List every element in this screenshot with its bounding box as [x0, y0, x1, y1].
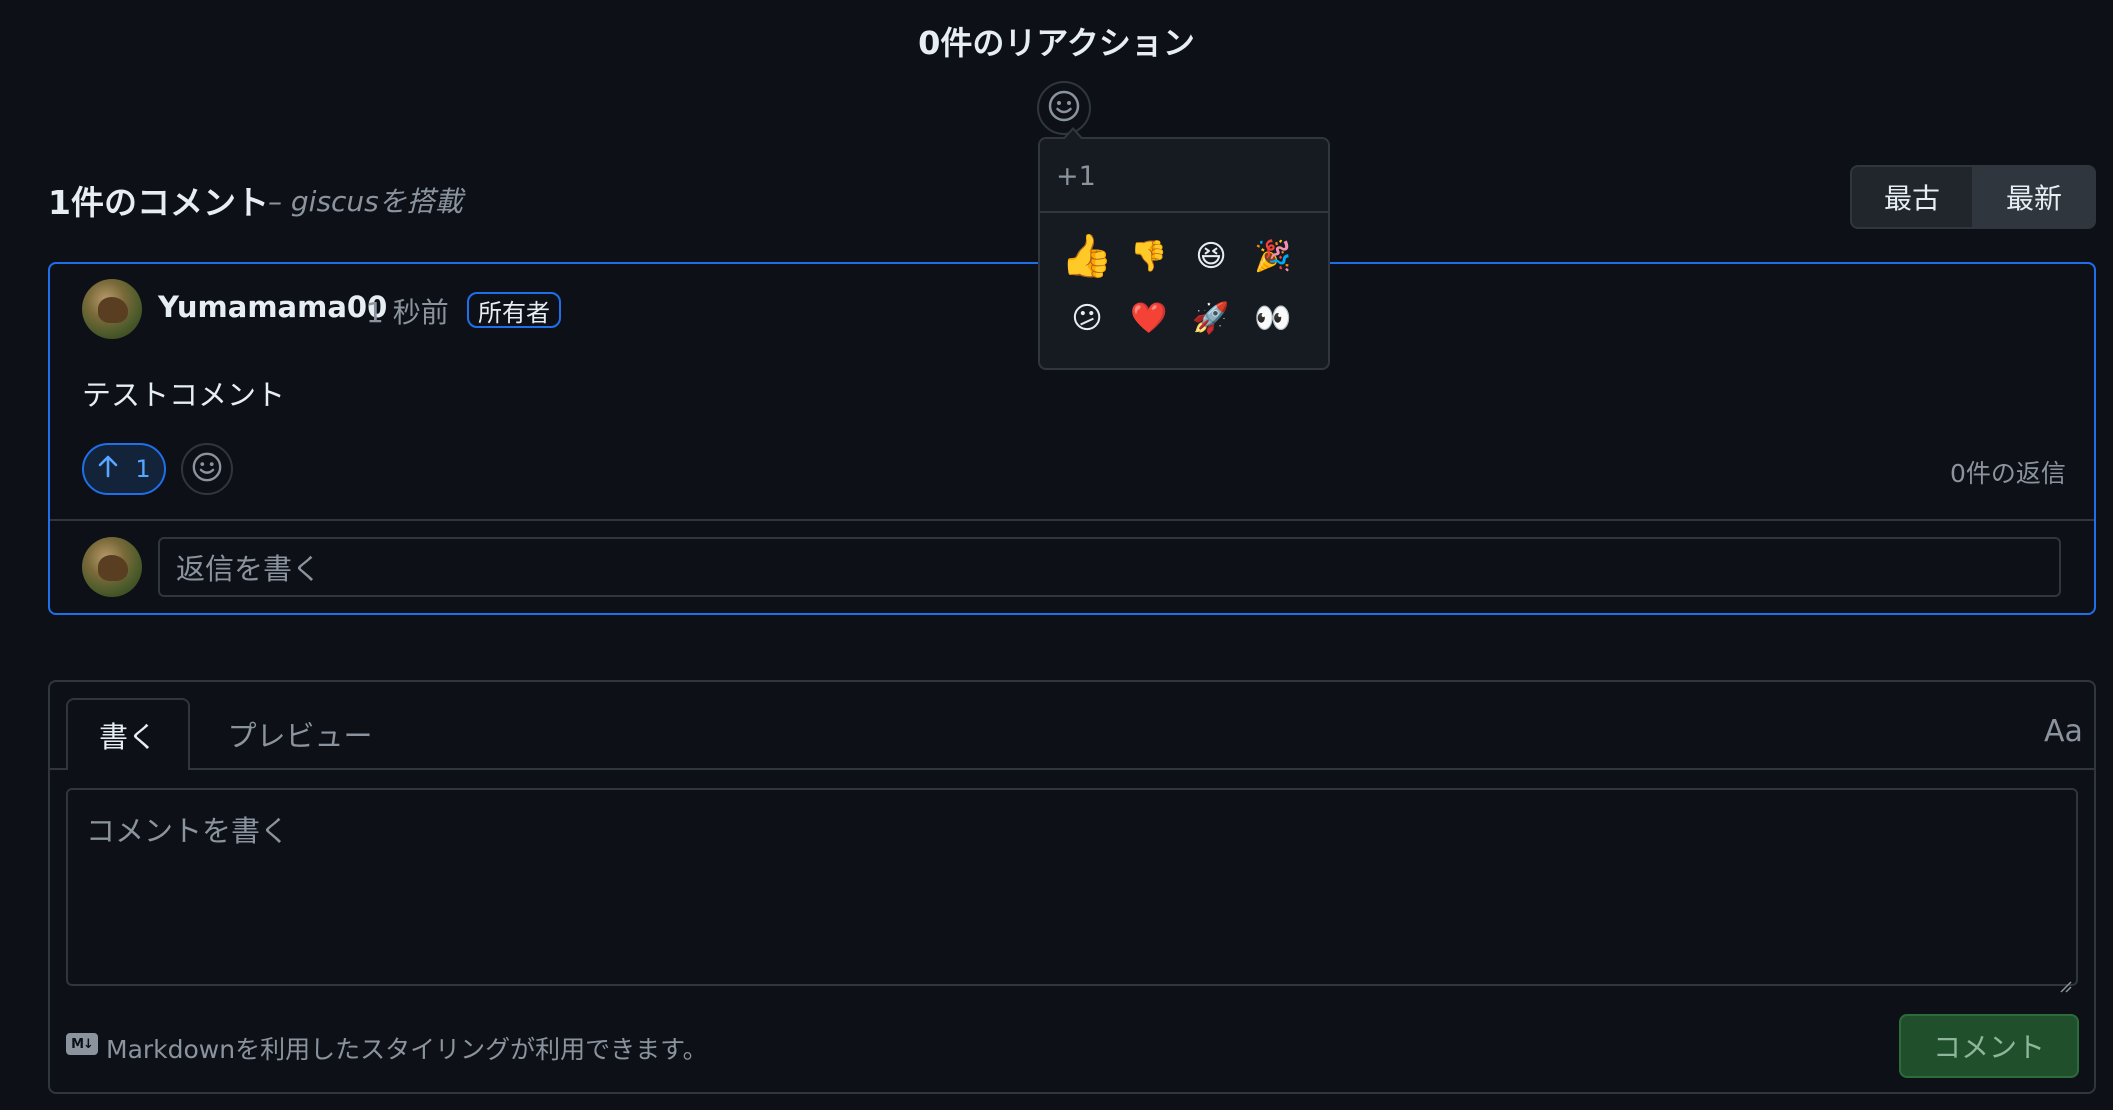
emoji-eyes-button[interactable]: 👀 — [1242, 287, 1304, 349]
reply-input[interactable]: 返信を書く — [158, 537, 2061, 597]
upvote-count: 1 — [135, 455, 151, 483]
text-format-toggle[interactable]: Aa — [2044, 714, 2083, 749]
owner-badge: 所有者 — [467, 292, 561, 328]
comment-add-reaction-button[interactable] — [181, 443, 233, 495]
smiley-icon — [1047, 89, 1081, 127]
sort-toggle-group: 最古 最新 — [1850, 165, 2096, 229]
emoji-thumbs-down-button[interactable]: 👎 — [1118, 225, 1180, 287]
emoji-grid: 👍 👎 😆 🎉 😕 ❤️ 🚀 👀 — [1040, 213, 1328, 349]
emoji-rocket-button[interactable]: 🚀 — [1180, 287, 1242, 349]
author-avatar[interactable] — [82, 279, 142, 339]
powered-by-giscus: – giscusを搭載 — [268, 185, 463, 218]
comment-time[interactable]: 1 秒前 — [366, 291, 449, 331]
emoji-picker-popover: +1 👍 👎 😆 🎉 😕 ❤️ 🚀 👀 — [1038, 127, 1330, 370]
comment-placeholder: コメントを書く — [86, 814, 290, 848]
comment-textarea[interactable]: コメントを書く — [66, 788, 2078, 993]
emoji-hooray-button[interactable]: 🎉 — [1242, 225, 1304, 287]
emoji-confused-button[interactable]: 😕 — [1056, 287, 1118, 349]
sort-oldest-button[interactable]: 最古 — [1852, 167, 1974, 227]
replies-count: 0件の返信 — [1950, 459, 2066, 488]
emoji-picker-label: +1 — [1040, 139, 1328, 213]
markdown-hint: Markdownを利用したスタイリングが利用できます。 — [106, 1035, 708, 1064]
emoji-laugh-button[interactable]: 😆 — [1180, 225, 1242, 287]
reactions-title: 0件のリアクション — [918, 24, 1195, 62]
arrow-up-icon — [97, 454, 119, 484]
comment-body: テストコメント — [82, 378, 286, 412]
resize-handle-icon[interactable] — [2058, 966, 2072, 993]
smiley-icon — [191, 451, 223, 487]
upvote-button[interactable]: 1 — [82, 443, 166, 495]
current-user-avatar — [82, 537, 142, 597]
comment-author[interactable]: Yumamama00 — [158, 290, 387, 324]
reply-divider — [50, 519, 2094, 521]
comments-count-title: 1件のコメント — [48, 183, 269, 222]
submit-comment-button[interactable]: コメント — [1899, 1014, 2079, 1078]
sort-newest-button[interactable]: 最新 — [1974, 167, 2094, 227]
markdown-icon: M↓ — [66, 1033, 98, 1055]
tab-write[interactable]: 書く — [66, 698, 190, 770]
emoji-thumbs-up-button[interactable]: 👍 — [1056, 225, 1118, 287]
tab-preview[interactable]: プレビュー — [210, 698, 390, 770]
emoji-heart-button[interactable]: ❤️ — [1118, 287, 1180, 349]
